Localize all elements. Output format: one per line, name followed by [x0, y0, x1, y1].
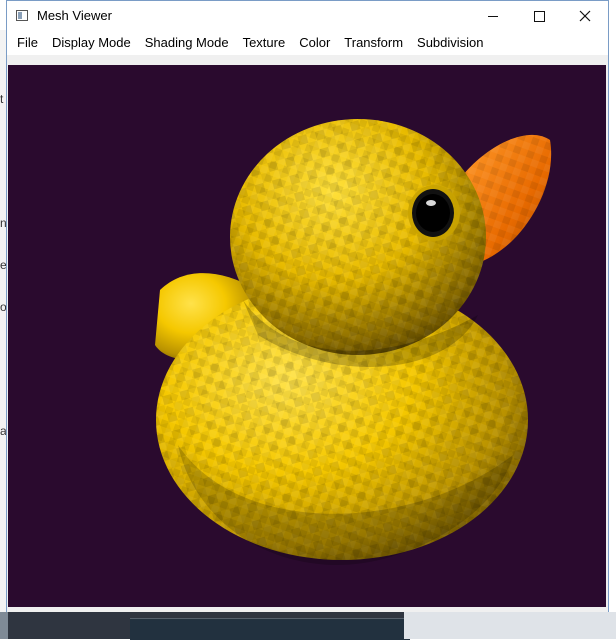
close-button[interactable]	[562, 1, 608, 31]
render-viewport[interactable]	[8, 65, 606, 607]
menu-bar: File Display Mode Shading Mode Texture C…	[7, 31, 608, 55]
desktop-fragment	[404, 612, 616, 639]
minimize-button[interactable]	[470, 1, 516, 31]
mesh-viewer-window: Mesh Viewer File Display Mode Shading Mo…	[6, 0, 609, 612]
menu-shading-mode[interactable]: Shading Mode	[138, 32, 236, 54]
menu-subdivision[interactable]: Subdivision	[410, 32, 491, 54]
menu-transform[interactable]: Transform	[337, 32, 410, 54]
menu-texture[interactable]: Texture	[236, 32, 293, 54]
menu-display-mode[interactable]: Display Mode	[45, 32, 138, 54]
window-title: Mesh Viewer	[37, 8, 112, 23]
maximize-icon	[533, 10, 545, 22]
desktop-taskbar-fragment	[0, 612, 616, 640]
duck-mesh-render	[155, 119, 552, 565]
menu-color[interactable]: Color	[292, 32, 337, 54]
title-bar[interactable]: Mesh Viewer	[7, 1, 608, 31]
desktop-fragment	[0, 612, 8, 639]
close-icon	[579, 10, 591, 22]
menu-file[interactable]: File	[10, 32, 45, 54]
status-bar	[7, 607, 608, 612]
app-icon	[16, 10, 28, 21]
desktop-fragment	[130, 618, 410, 640]
maximize-button[interactable]	[516, 1, 562, 31]
minimize-icon	[488, 15, 498, 17]
